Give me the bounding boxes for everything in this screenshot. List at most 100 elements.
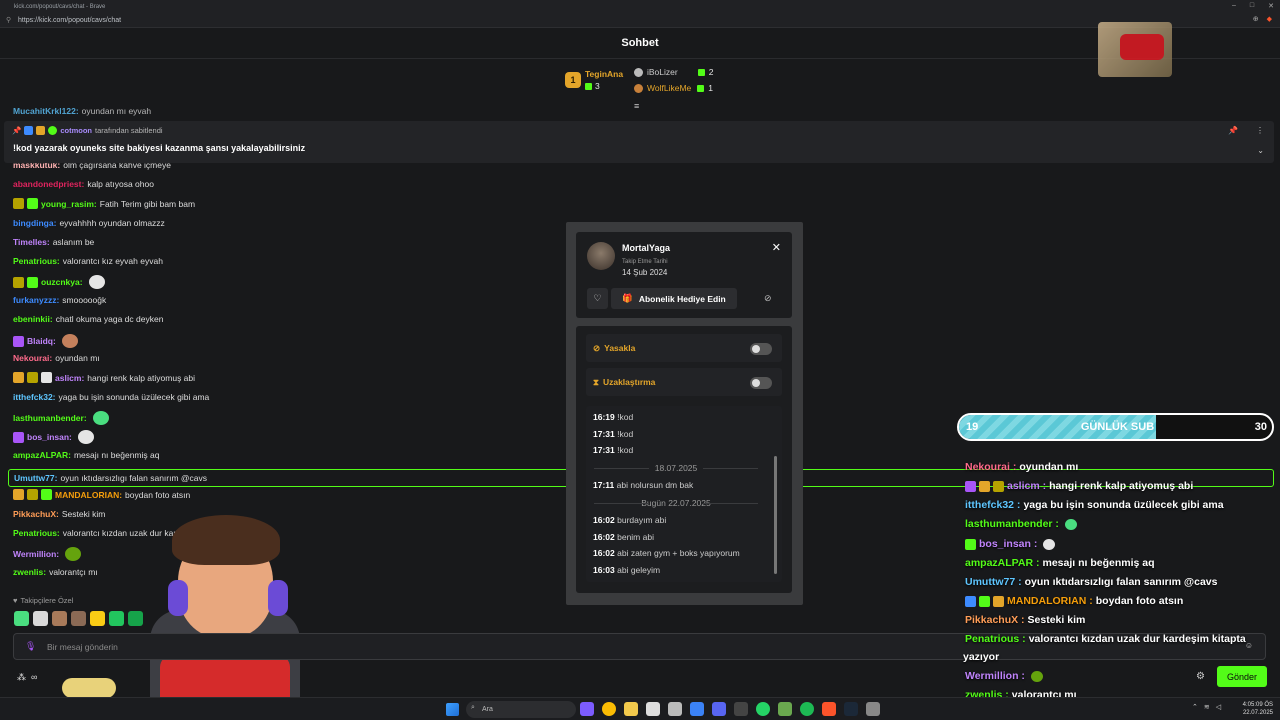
gift-sub-button[interactable]: 🎁 Abonelik Hediye Edin: [611, 288, 737, 309]
ccleaner-icon[interactable]: [690, 702, 704, 716]
follow-button[interactable]: ♡: [587, 288, 608, 309]
taskbar-search[interactable]: ⌕ Ara: [466, 701, 576, 718]
pinned-message[interactable]: 📌 cotmoon tarafından sabitlendi !kod yaz…: [4, 121, 1274, 163]
volume-icon[interactable]: ◁: [1216, 703, 1221, 711]
chat-message[interactable]: ouzcnkya:: [13, 275, 105, 289]
chat-username[interactable]: Umuttw77:: [14, 473, 57, 483]
obs-icon[interactable]: [734, 702, 748, 716]
more-options-icon[interactable]: ⋮: [1256, 126, 1264, 135]
chat-username[interactable]: abandonedpriest:: [13, 179, 84, 189]
chat-username[interactable]: Blaidq:: [27, 336, 56, 346]
chat-message[interactable]: ebeninkii: chatl okuma yaga dc deyken: [13, 314, 163, 324]
chat-username[interactable]: lasthumanbender:: [13, 413, 87, 423]
emote-3[interactable]: [52, 611, 67, 626]
ban-toggle[interactable]: [750, 343, 772, 355]
chat-message[interactable]: lasthumanbender:: [13, 411, 109, 425]
chat-message[interactable]: Penatrious: valorantcı kız eyvah eyvah: [13, 256, 163, 266]
xbox-icon[interactable]: [778, 702, 792, 716]
notepad-icon[interactable]: [646, 702, 660, 716]
history-scrollbar[interactable]: [774, 456, 777, 574]
chat-username[interactable]: ouzcnkya:: [41, 277, 83, 287]
chat-message[interactable]: Timelles: aslanım be: [13, 237, 94, 247]
chat-username[interactable]: Timelles:: [13, 237, 50, 247]
chat-username[interactable]: ebeninkii:: [13, 314, 53, 324]
close-window-icon[interactable]: ✕: [1268, 2, 1274, 10]
emote-6[interactable]: [109, 611, 124, 626]
chat-message[interactable]: zwenlis: valorantçı mı: [13, 567, 98, 577]
brave-icon[interactable]: [822, 702, 836, 716]
chat-username[interactable]: MucahitKrkl122:: [13, 106, 79, 116]
address-bar[interactable]: ⚲ https://kick.com/popout/cavs/chat ⊕ ◆: [0, 13, 1280, 28]
app-icon[interactable]: [866, 702, 880, 716]
vscode-icon[interactable]: [668, 702, 682, 716]
chat-message[interactable]: aslicm: hangi renk kalp atiyomuş abi: [13, 372, 195, 383]
chat-message[interactable]: PikkachuX: Sesteki kim: [13, 509, 105, 519]
chevron-down-icon[interactable]: ⌄: [1257, 146, 1264, 155]
chat-message[interactable]: bingdinga: eyvahhhh oyundan olmazzz: [13, 218, 165, 228]
gifter-second[interactable]: iBoLizer 2: [634, 67, 713, 77]
spotify-icon[interactable]: [800, 702, 814, 716]
chat-message[interactable]: MANDALORIAN: boydan foto atsın: [13, 489, 190, 500]
message-history[interactable]: 16:19 !kod 17:31 !kod 17:31 !kod 18.07.2025…: [586, 406, 782, 582]
chat-username[interactable]: bingdinga:: [13, 218, 56, 228]
ban-row[interactable]: ⊘ Yasakla: [586, 334, 782, 362]
user-avatar[interactable]: [587, 242, 615, 270]
minimize-icon[interactable]: –: [1232, 2, 1236, 10]
discord-icon[interactable]: [712, 702, 726, 716]
chat-message[interactable]: Nekourai: oyundan mı: [13, 353, 100, 363]
settings-dots-icon[interactable]: ⁂: [17, 672, 26, 683]
chat-username[interactable]: Nekourai:: [13, 353, 52, 363]
send-button[interactable]: Gönder: [1217, 666, 1267, 687]
chat-message[interactable]: itthefck32: yaga bu işin sonunda üzülecek…: [13, 392, 209, 402]
chat-username[interactable]: Wermillion:: [13, 549, 59, 559]
chat-username[interactable]: Penatrious:: [13, 528, 60, 538]
site-info-icon[interactable]: ⚲: [6, 16, 11, 24]
emote-2[interactable]: [33, 611, 48, 626]
infinity-icon[interactable]: ∞: [31, 672, 37, 683]
copilot-icon[interactable]: [580, 702, 594, 716]
chat-message[interactable]: bos_insan:: [13, 430, 94, 444]
emoji-icon[interactable]: ☺: [1245, 641, 1253, 650]
whatsapp-icon[interactable]: [756, 702, 770, 716]
expand-leaderboard-icon[interactable]: ≡: [634, 101, 639, 111]
chat-username[interactable]: itthefck32:: [13, 392, 56, 402]
chat-username[interactable]: bos_insan:: [27, 432, 72, 442]
chat-message[interactable]: Blaidq:: [13, 334, 78, 348]
gifter-first[interactable]: 1 TeginAna 3: [565, 69, 623, 91]
chat-message[interactable]: abandonedpriest: kalp atıyosa ohoo: [13, 179, 154, 189]
emote-1[interactable]: [14, 611, 29, 626]
timeout-toggle[interactable]: [750, 377, 772, 389]
wifi-icon[interactable]: ≋: [1204, 703, 1210, 711]
zoom-icon[interactable]: ⊕: [1253, 15, 1259, 23]
chevron-up-icon[interactable]: ⌃: [1192, 703, 1198, 711]
chat-username[interactable]: aslicm:: [55, 373, 84, 383]
chat-message[interactable]: Wermillion:: [13, 547, 82, 561]
chat-username[interactable]: furkanyzzz:: [13, 295, 59, 305]
mod-actions-icon[interactable]: ⊘: [764, 293, 772, 304]
close-icon[interactable]: ✕: [772, 241, 781, 254]
url-text[interactable]: https://kick.com/popout/cavs/chat: [18, 17, 121, 24]
emote-5[interactable]: [90, 611, 105, 626]
gear-icon[interactable]: ⚙: [1196, 671, 1205, 682]
gifter-third[interactable]: WolfLikeMe 1: [634, 83, 713, 93]
steam-icon[interactable]: [844, 702, 858, 716]
chat-username[interactable]: ampazALPAR:: [13, 450, 71, 460]
unpin-icon[interactable]: 📌: [1228, 126, 1238, 135]
chrome-icon[interactable]: [602, 702, 616, 716]
brave-shield-icon[interactable]: ◆: [1267, 15, 1272, 23]
chat-message[interactable]: ampazALPAR: mesajı nı beğenmiş aq: [13, 450, 159, 460]
pinned-author[interactable]: cotmoon: [60, 126, 92, 135]
chat-message[interactable]: MucahitKrkl122: oyundan mı eyvah: [13, 106, 151, 116]
emote-7[interactable]: [128, 611, 143, 626]
timeout-row[interactable]: ⧗ Uzaklaştırma: [586, 368, 782, 396]
chat-username[interactable]: young_rasim:: [41, 199, 97, 209]
chat-username[interactable]: PikkachuX:: [13, 509, 59, 519]
start-button[interactable]: [446, 703, 459, 716]
chat-username[interactable]: Penatrious:: [13, 256, 60, 266]
explorer-icon[interactable]: [624, 702, 638, 716]
taskbar-clock[interactable]: 4:05:09 ÖS 22.07.2025: [1241, 701, 1273, 717]
emote-4[interactable]: [71, 611, 86, 626]
chat-message[interactable]: furkanyzzz: smoooooğk: [13, 295, 106, 305]
maximize-icon[interactable]: □: [1250, 2, 1254, 10]
user-card-username[interactable]: MortalYaga: [622, 243, 670, 253]
